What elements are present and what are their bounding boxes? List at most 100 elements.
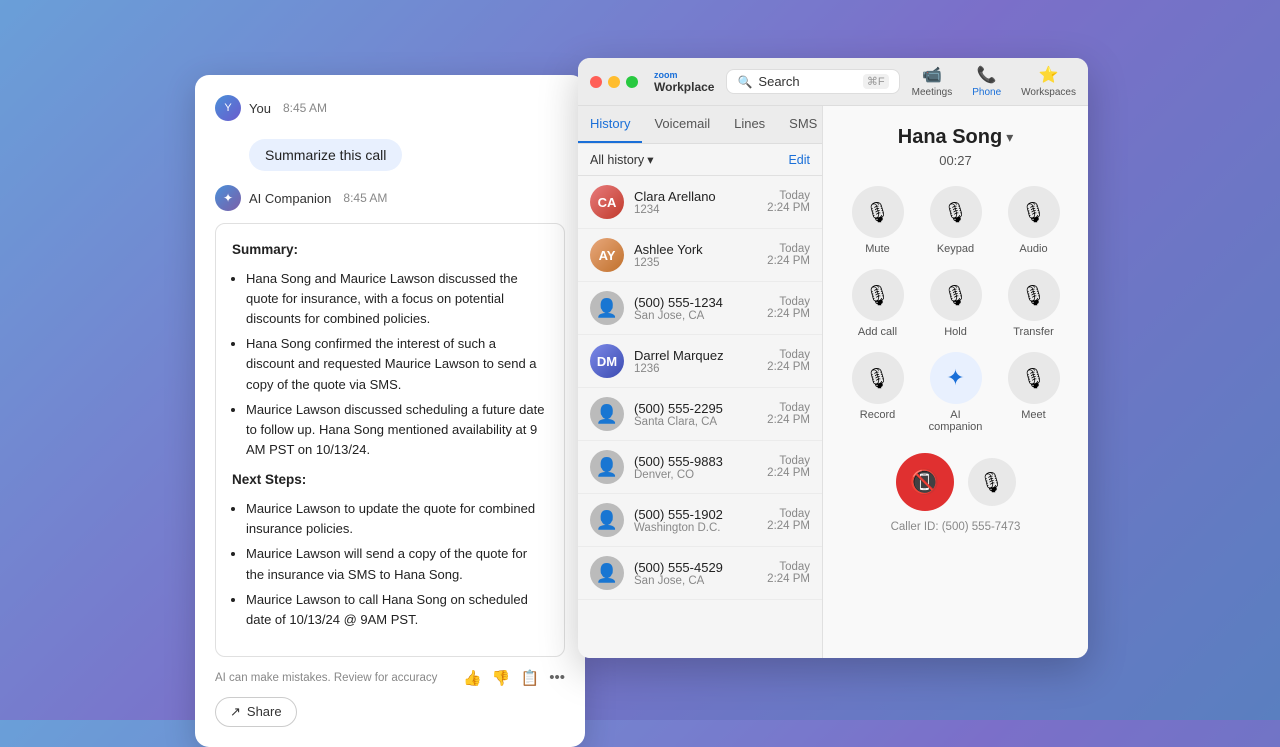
contact-number: Denver, CO [634, 469, 757, 481]
history-filter: All history ▾ Edit [578, 144, 822, 176]
tab-voicemail[interactable]: Voicemail [642, 106, 722, 143]
tab-sms[interactable]: SMS [777, 106, 829, 143]
call-name-chevron-icon: ▾ [1006, 129, 1013, 146]
list-item[interactable]: DM Darrel Marquez 1236 Today 2:24 PM [578, 335, 822, 388]
transfer-button[interactable]: 🎙 Transfer [1002, 269, 1066, 338]
avatar: DM [590, 344, 624, 378]
copy-icon[interactable]: 📋 [521, 669, 540, 687]
tab-history[interactable]: History [578, 106, 642, 143]
add-call-label: Add call [858, 326, 897, 338]
history-tabs: History Voicemail Lines SMS [578, 106, 822, 144]
record-label: Record [860, 409, 895, 421]
call-duration: 00:27 [939, 153, 972, 168]
thumbs-down-icon[interactable]: 👎 [492, 669, 511, 687]
summary-bullet-2: Hana Song confirmed the interest of such… [246, 334, 548, 394]
next-steps-title: Next Steps: [232, 470, 548, 491]
meet-label: Meet [1021, 409, 1045, 421]
call-time: 2:24 PM [767, 202, 810, 214]
tab-lines[interactable]: Lines [722, 106, 777, 143]
meetings-icon: 📹 [922, 65, 942, 85]
contact-name: (500) 555-9883 [634, 454, 757, 469]
list-item[interactable]: CA Clara Arellano 1234 Today 2:24 PM [578, 176, 822, 229]
add-call-button[interactable]: 🎙 Add call [846, 269, 910, 338]
contact-number: San Jose, CA [634, 575, 757, 587]
thumbs-up-icon[interactable]: 👍 [463, 669, 482, 687]
contact-name: (500) 555-1234 [634, 295, 757, 310]
time-col: Today 2:24 PM [767, 243, 810, 267]
record-icon-circle: 🎙 [852, 352, 904, 404]
list-item[interactable]: 👤 (500) 555-1902 Washington D.C. Today 2… [578, 494, 822, 547]
ai-companion-name: AI Companion [249, 191, 331, 206]
summary-bullet-1: Hana Song and Maurice Lawson discussed t… [246, 269, 548, 329]
end-call-button[interactable]: 📵 [896, 453, 954, 511]
nav-meetings[interactable]: 📹 Meetings [912, 65, 953, 98]
hold-icon-circle: 🎙 [930, 269, 982, 321]
call-buttons-grid: 🎙 Mute 🎙 Keypad 🎙 Audio 🎙 Add call 🎙 [846, 186, 1066, 433]
workspaces-icon: ⭐ [1039, 65, 1059, 85]
more-icon[interactable]: ••• [549, 669, 565, 686]
nav-phone[interactable]: 📞 Phone [972, 65, 1001, 98]
keypad-icon-circle: 🎙 [930, 186, 982, 238]
mic-icon: 🎙 [979, 470, 1004, 495]
nav-workspaces[interactable]: ⭐ Workspaces [1021, 65, 1076, 98]
next-step-3: Maurice Lawson to call Hana Song on sche… [246, 590, 548, 630]
time-col: Today 2:24 PM [767, 190, 810, 214]
history-info: (500) 555-4529 San Jose, CA [634, 560, 757, 587]
avatar: 👤 [590, 556, 624, 590]
search-shortcut: ⌘F [863, 74, 889, 89]
hold-button[interactable]: 🎙 Hold [924, 269, 988, 338]
contact-name: (500) 555-2295 [634, 401, 757, 416]
time-col: Today 2:24 PM [767, 561, 810, 585]
call-time: 2:24 PM [767, 467, 810, 479]
contact-number: Santa Clara, CA [634, 416, 757, 428]
share-label: Share [247, 704, 282, 719]
list-item[interactable]: 👤 (500) 555-4529 San Jose, CA Today 2:24… [578, 547, 822, 600]
ai-companion-panel: Y You 8:45 AM Summarize this call ✦ AI C… [195, 75, 585, 747]
summary-bullet-3: Maurice Lawson discussed scheduling a fu… [246, 400, 548, 460]
ai-companion-time: 8:45 AM [343, 191, 387, 205]
call-time: 2:24 PM [767, 361, 810, 373]
caller-id: Caller ID: (500) 555-7473 [891, 521, 1021, 533]
list-item[interactable]: 👤 (500) 555-1234 San Jose, CA Today 2:24… [578, 282, 822, 335]
call-date: Today [767, 349, 810, 361]
user-name: You [249, 101, 271, 116]
contact-name: Darrel Marquez [634, 348, 757, 363]
zoom-window: zoom Workplace 🔍 Search ⌘F 📹 Meetings 📞 … [578, 58, 1088, 658]
search-box[interactable]: 🔍 Search ⌘F [726, 69, 899, 94]
transfer-label: Transfer [1013, 326, 1054, 338]
call-date: Today [767, 508, 810, 520]
maximize-dot[interactable] [626, 76, 638, 88]
end-call-icon: 📵 [910, 468, 940, 497]
edit-button[interactable]: Edit [788, 153, 810, 167]
history-panel: History Voicemail Lines SMS All history … [578, 106, 823, 658]
mute-icon-circle: 🎙 [852, 186, 904, 238]
share-button[interactable]: ↗ Share [215, 697, 297, 727]
next-steps-bullets: Maurice Lawson to update the quote for c… [246, 499, 548, 630]
mute-button[interactable]: 🎙 Mute [846, 186, 910, 255]
call-end-row: 📵 🎙 [896, 453, 1016, 511]
history-info: (500) 555-1234 San Jose, CA [634, 295, 757, 322]
user-avatar: Y [215, 95, 241, 121]
close-dot[interactable] [590, 76, 602, 88]
list-item[interactable]: AY Ashlee York 1235 Today 2:24 PM [578, 229, 822, 282]
record-button[interactable]: 🎙 Record [846, 352, 910, 433]
keypad-label: Keypad [937, 243, 974, 255]
history-info: (500) 555-2295 Santa Clara, CA [634, 401, 757, 428]
keypad-button[interactable]: 🎙 Keypad [924, 186, 988, 255]
list-item[interactable]: 👤 (500) 555-9883 Denver, CO Today 2:24 P… [578, 441, 822, 494]
minimize-dot[interactable] [608, 76, 620, 88]
meet-button[interactable]: 🎙 Meet [1002, 352, 1066, 433]
avatar: AY [590, 238, 624, 272]
call-date: Today [767, 296, 810, 308]
ai-companion-button[interactable]: ✦ AI companion [924, 352, 988, 433]
add-call-icon-circle: 🎙 [852, 269, 904, 321]
list-item[interactable]: 👤 (500) 555-2295 Santa Clara, CA Today 2… [578, 388, 822, 441]
call-time: 2:24 PM [767, 573, 810, 585]
contact-name: (500) 555-4529 [634, 560, 757, 575]
filter-label[interactable]: All history ▾ [590, 152, 653, 167]
history-info: (500) 555-1902 Washington D.C. [634, 507, 757, 534]
contact-number: San Jose, CA [634, 310, 757, 322]
titlebar-nav: 📹 Meetings 📞 Phone ⭐ Workspaces [912, 65, 1076, 98]
mic-button[interactable]: 🎙 [968, 458, 1016, 506]
audio-button[interactable]: 🎙 Audio [1002, 186, 1066, 255]
